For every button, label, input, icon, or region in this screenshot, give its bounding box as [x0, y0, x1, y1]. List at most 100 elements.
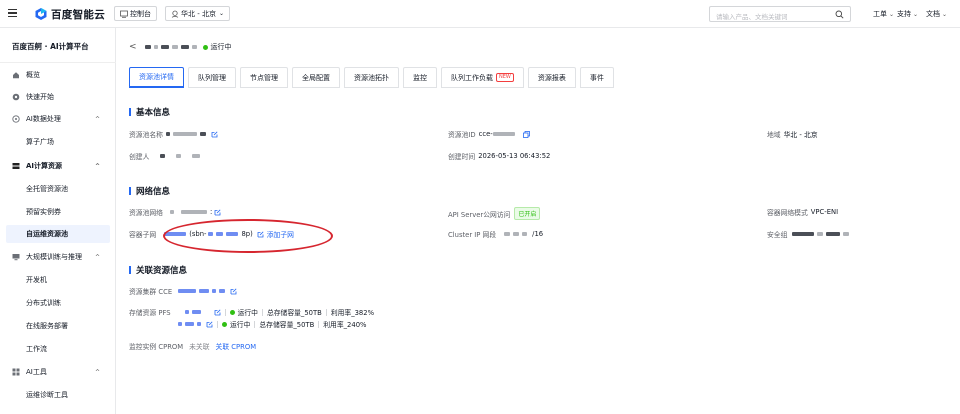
redacted-text: [197, 322, 201, 326]
console-button[interactable]: 控制台: [114, 6, 157, 21]
sidebar-item-reserved[interactable]: 预留实例券: [6, 203, 110, 221]
top-bar: 百度智能云 控制台 华北 - 北京 ⌄ 请输入产品、文档关键词 工单 ⌄ 支持 ⌄ …: [0, 0, 960, 28]
field-value: VPC-ENI: [810, 208, 839, 216]
redacted-text: [180, 210, 207, 214]
field-label: 创建人: [129, 153, 150, 161]
sidebar-item-quickstart[interactable]: 快速开始: [6, 88, 110, 106]
external-link-icon[interactable]: [206, 321, 213, 328]
chevron-up-icon: ^: [94, 162, 100, 170]
cce-field: 资源集群 CCE: [129, 286, 237, 296]
pfs-capacity: 总存储容量_50TB: [266, 309, 322, 317]
sidebar-item-devmachine[interactable]: 开发机: [6, 271, 110, 289]
pfs-field: 存储资源 PFS 运行中 总存储容量_50TB 利用率_382%: [129, 307, 374, 317]
redacted-text: [144, 45, 151, 49]
redacted-text: [504, 232, 511, 236]
tab-label: 资源报表: [537, 73, 566, 82]
status-text: 运行中: [210, 43, 232, 51]
tab-nodes[interactable]: 节点管理: [240, 67, 288, 88]
highlight-annotation: [163, 219, 333, 253]
monitor-icon: [12, 253, 20, 261]
external-link-icon[interactable]: [214, 309, 221, 316]
redacted-text: [826, 232, 841, 236]
tab-pool-detail[interactable]: 资源池详情: [129, 67, 184, 88]
back-arrow-icon[interactable]: <: [129, 42, 137, 52]
rocket-icon: [12, 93, 20, 101]
search-icon[interactable]: [835, 10, 844, 19]
tab-topology[interactable]: 资源池拓扑: [344, 67, 399, 88]
redacted-text: [184, 310, 189, 314]
menu-support[interactable]: 支持 ⌄: [897, 9, 918, 19]
brand-logo[interactable]: 百度智能云: [34, 7, 105, 21]
sidebar-item-online-serving[interactable]: 在线服务部署: [6, 317, 110, 335]
external-link-icon[interactable]: [214, 209, 221, 216]
tab-label: 资源池拓扑: [354, 73, 389, 82]
tab-queue[interactable]: 队列管理: [188, 67, 236, 88]
sidebar-item-self-managed-pool[interactable]: 自运维资源池: [6, 225, 110, 243]
chevron-down-icon: ⌄: [218, 10, 225, 17]
sidebar-item-distributed[interactable]: 分布式训练: [6, 294, 110, 312]
menu-ticket[interactable]: 工单 ⌄: [873, 9, 894, 19]
redacted-text: [199, 132, 206, 136]
tab-label: 资源池详情: [139, 73, 174, 81]
edit-icon[interactable]: [211, 131, 218, 138]
field-value: [165, 131, 218, 138]
redacted-text: [180, 45, 189, 49]
redacted-text: [153, 45, 158, 49]
sidebar-item-label: 工作流: [26, 345, 47, 353]
tab-monitor[interactable]: 监控: [403, 67, 437, 88]
pfs-usage: 利用率_382%: [330, 309, 375, 317]
sidebar-item-managed-pool[interactable]: 全托管资源池: [6, 180, 110, 198]
search-input[interactable]: 请输入产品、文档关键词: [709, 6, 851, 22]
created-time-field: 创建时间 2026-05-13 06:43:52: [448, 151, 550, 161]
status-dot: [222, 321, 227, 327]
menu-docs[interactable]: 文档 ⌄: [926, 9, 947, 19]
sidebar-item-overview[interactable]: 概览: [6, 66, 110, 84]
sidebar-item-ai-tools[interactable]: AI工具 ^: [6, 363, 110, 381]
region-select[interactable]: 华北 - 北京 ⌄: [165, 6, 231, 21]
section-related-resources: 关联资源信息: [129, 264, 187, 276]
sidebar-item-label: AI数据处理: [26, 115, 61, 123]
vpc-field: 资源池网络 :: [129, 207, 221, 217]
link-cprom-button[interactable]: 关联 CPROM: [216, 341, 257, 351]
divider: [261, 308, 263, 316]
cluster-ip-suffix: /16: [532, 230, 544, 238]
tab-global-config[interactable]: 全局配置: [292, 67, 340, 88]
sidebar-item-label: 运维诊断工具: [26, 391, 68, 399]
external-link-icon[interactable]: [230, 288, 237, 295]
vpc-suffix: :: [209, 208, 213, 216]
tab-label: 队列工作负载: [451, 73, 493, 82]
region-label: 华北 - 北京: [181, 9, 216, 18]
redacted-text: [792, 232, 815, 236]
tab-report[interactable]: 资源报表: [527, 67, 576, 88]
pfs-usage: 利用率_240%: [323, 321, 367, 329]
tab-label: 监控: [413, 73, 427, 82]
chevron-down-icon: ⌄: [889, 10, 895, 18]
redacted-text: [160, 154, 166, 158]
sidebar-item-label: 算子广场: [26, 138, 54, 146]
sidebar-item-workflow[interactable]: 工作流: [6, 340, 110, 358]
redacted-text: [176, 154, 182, 158]
section-title-text: 关联资源信息: [136, 266, 188, 276]
sidebar-item-ai-compute[interactable]: AI计算资源 ^: [6, 157, 110, 175]
pfs-row-2: 运行中 总存储容量_50TB 利用率_240%: [178, 319, 366, 329]
sidebar-item-label: AI计算资源: [26, 162, 63, 170]
sidebar-item-operators[interactable]: 算子广场: [6, 133, 110, 151]
cce-link[interactable]: [178, 288, 237, 295]
copy-icon[interactable]: [522, 130, 530, 138]
redacted-text: [191, 310, 201, 314]
sidebar-item-training[interactable]: 大规模训练与推理 ^: [6, 248, 110, 266]
sidebar-item-label: 快速开始: [26, 93, 54, 101]
field-label: 监控实例 CPROM: [129, 343, 184, 351]
field-value: 2026-05-13 06:43:52: [478, 152, 551, 160]
redacted-text: [165, 132, 170, 136]
status-badge: 已开启: [514, 207, 541, 220]
tab-events[interactable]: 事件: [579, 67, 614, 88]
security-group-field: 安全组: [767, 229, 852, 239]
sidebar-item-ops-tools[interactable]: 运维诊断工具: [6, 386, 110, 404]
menu-docs-label: 文档: [926, 10, 940, 18]
menu-icon[interactable]: [8, 9, 17, 18]
chevron-down-icon: ⌄: [913, 10, 919, 18]
sidebar-item-ai-data[interactable]: AI数据处理 ^: [6, 110, 110, 128]
tab-queue-workload[interactable]: 队列工作负载 NEW: [441, 67, 524, 88]
field-value: cce-: [479, 130, 530, 138]
